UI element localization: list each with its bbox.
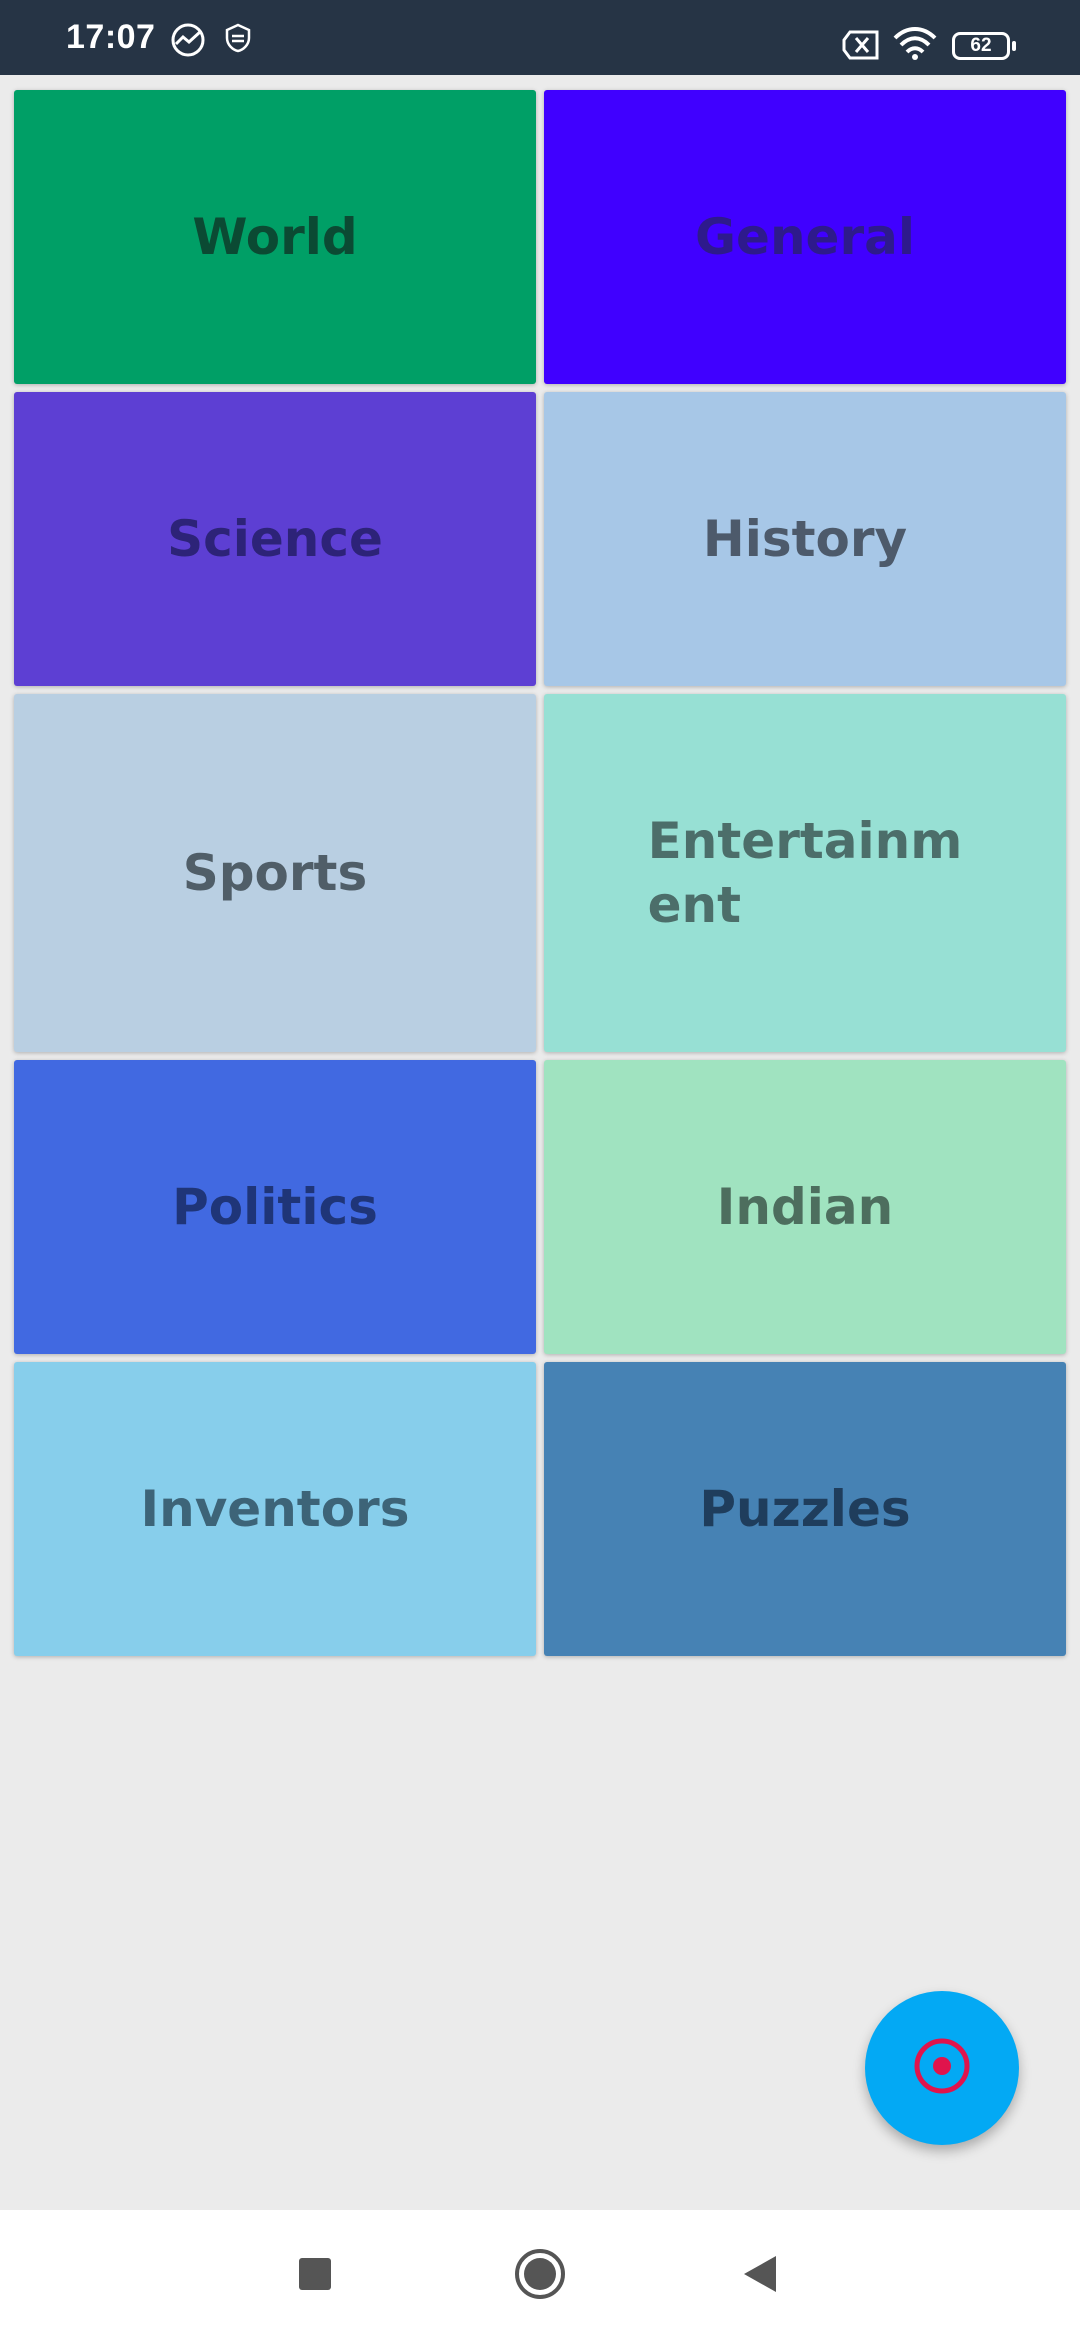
category-tile-general[interactable]: General [544, 90, 1066, 384]
category-tile-world[interactable]: World [14, 90, 536, 384]
target-fab-button[interactable] [865, 1991, 1019, 2145]
category-tile-sports[interactable]: Sports [14, 694, 536, 1052]
category-tile-politics[interactable]: Politics [14, 1060, 536, 1354]
category-tile-history[interactable]: History [544, 392, 1066, 686]
category-label: Entertainm ent [647, 812, 963, 934]
status-time: 17:07 [66, 18, 156, 56]
chart-circle-icon [170, 22, 206, 63]
app-screen: 17:07 62 World General Science History S… [0, 0, 1080, 2340]
navigation-bar [0, 2210, 1080, 2340]
battery-icon: 62 [952, 32, 1016, 60]
home-circle-icon[interactable] [514, 2248, 566, 2305]
category-label: Puzzles [699, 1480, 911, 1538]
wifi-icon [893, 26, 937, 67]
shield-sync-icon [222, 22, 254, 59]
category-label: Science [167, 510, 383, 568]
category-label: History [702, 510, 908, 568]
category-label: Sports [182, 844, 368, 902]
category-tile-indian[interactable]: Indian [544, 1060, 1066, 1354]
back-triangle-icon[interactable] [742, 2254, 778, 2299]
status-bar: 17:07 62 [0, 0, 1080, 75]
category-tile-entertainment[interactable]: Entertainm ent [544, 694, 1066, 1052]
category-label: General [695, 208, 915, 266]
category-label: Politics [172, 1178, 378, 1236]
category-label: World [192, 208, 358, 266]
sim-off-icon [842, 30, 880, 65]
recents-square-icon[interactable] [298, 2254, 332, 2299]
category-tile-inventors[interactable]: Inventors [14, 1362, 536, 1656]
category-label: Indian [716, 1178, 894, 1236]
category-label: Inventors [140, 1480, 410, 1538]
target-icon [912, 2036, 972, 2101]
category-tile-science[interactable]: Science [14, 392, 536, 686]
category-tile-puzzles[interactable]: Puzzles [544, 1362, 1066, 1656]
